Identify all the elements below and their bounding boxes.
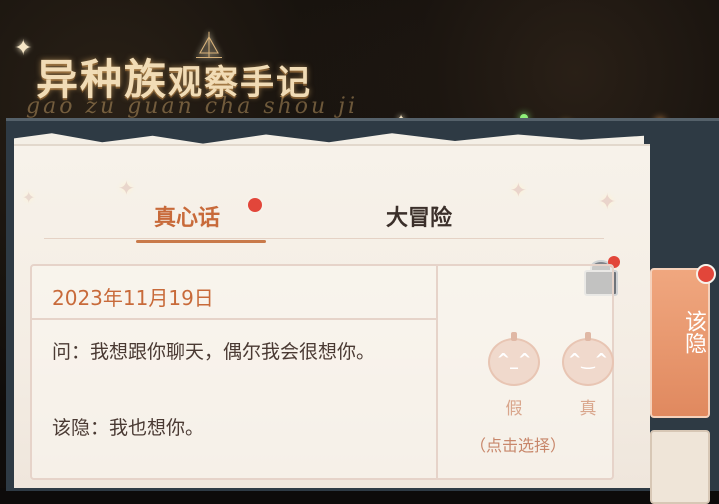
fake-label: 假 (505, 399, 523, 419)
sparkle-icon: ✦ (14, 36, 33, 61)
pumpkin-icon: ^_^ (488, 332, 540, 386)
tab-dare[interactable]: 大冒险 (386, 200, 452, 232)
title-script: gao zu guan cha shou ji (26, 94, 359, 119)
question-text: 问：我想跟你聊天，偶尔我会很想你。 (52, 341, 376, 363)
tab-active-indicator (136, 240, 266, 243)
pumpkin-icon: ^‿^ (562, 332, 614, 386)
answer-text: 该隐：我也想你。 (52, 417, 205, 439)
notification-dot (248, 198, 262, 212)
select-hint: （点击选择） (470, 436, 567, 455)
fake-button[interactable]: ^_^ 假 (484, 332, 544, 419)
date-label: 2023年11月19日 (52, 286, 214, 310)
tab-bar: 真心话 大冒险 (14, 190, 650, 250)
date-row: 2023年11月19日 (32, 266, 436, 320)
true-button[interactable]: ^‿^ 真 (558, 332, 618, 419)
card-divider (436, 266, 438, 478)
true-label: 真 (579, 399, 597, 419)
character-tab-label: 该隐 (681, 310, 706, 354)
bat-icon: ⏅ (196, 32, 223, 62)
character-tab-cain[interactable]: 该隐 (650, 264, 716, 418)
character-tab-next[interactable] (650, 430, 710, 504)
tab-divider (44, 238, 604, 239)
notification-dot (696, 264, 716, 284)
tab-truth[interactable]: 真心话 (154, 200, 220, 232)
page-title: 异种族观察手记 gao zu guan cha shou ji (26, 46, 416, 119)
